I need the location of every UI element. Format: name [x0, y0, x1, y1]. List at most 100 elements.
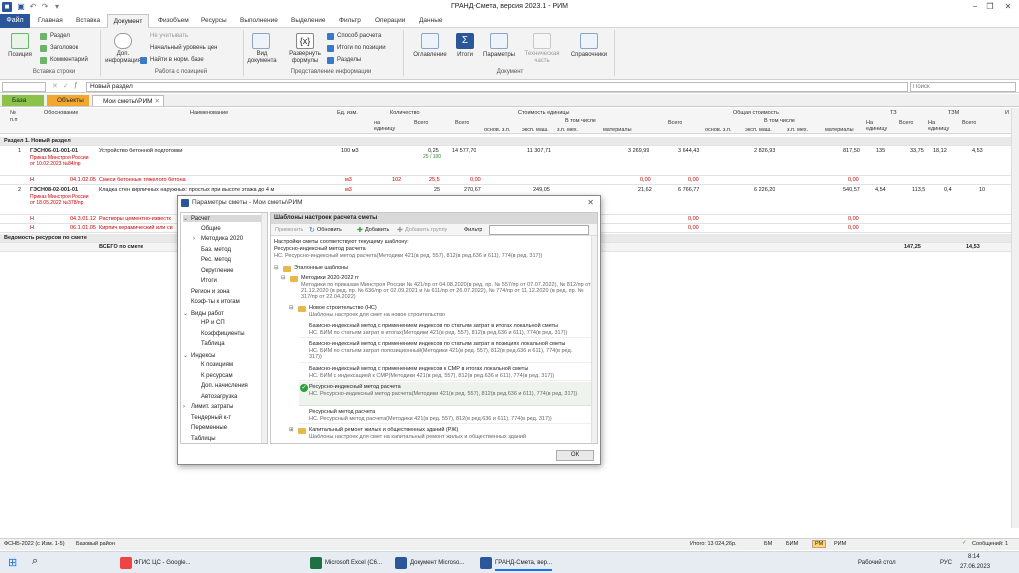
row-code[interactable]: ГЭСН08-02-001-01 — [30, 187, 78, 193]
find-in-base-button[interactable]: Найти в норм. базе — [150, 57, 204, 63]
template-item-active[interactable]: ✓ Ресурсно-индексный метод расчета НС. Р… — [299, 382, 595, 406]
folder-2022-collapse-icon[interactable]: ⊟ — [281, 275, 286, 281]
col-qty[interactable]: Количество — [390, 110, 420, 116]
folder-new[interactable]: Новое строительство (НС) — [309, 305, 377, 311]
close-tab-icon[interactable]: ✕ — [155, 96, 160, 107]
templates-scrollbar[interactable] — [591, 236, 597, 443]
menu-filter[interactable]: Фильтр — [339, 17, 361, 24]
col-uc-total[interactable]: Всего — [455, 120, 469, 126]
close-button[interactable]: ✕ — [1001, 1, 1015, 13]
collapse-icon[interactable]: ⌄ — [183, 215, 191, 222]
col-tzm-total[interactable]: Всего — [962, 120, 976, 126]
menu-data[interactable]: Данные — [419, 17, 442, 24]
tree-item[interactable]: Рес. метод — [193, 257, 265, 263]
tree-item[interactable]: Общие — [193, 226, 265, 232]
additional-info-button[interactable]: Доп. информация — [104, 51, 142, 65]
tree-item[interactable]: Переменные — [183, 425, 265, 431]
col-tc-mat[interactable]: материалы — [825, 127, 854, 133]
tree-item[interactable]: Коэффициенты — [193, 331, 265, 337]
clock-time[interactable]: 8:14 — [968, 553, 980, 561]
totals-by-position-button[interactable]: Итоги по позиции — [337, 45, 386, 51]
col-basis[interactable]: Обоснование — [44, 110, 78, 116]
tree-item[interactable]: Доп. начисления — [193, 383, 265, 389]
table-row[interactable]: Н 04.1.02.05 Смеси бетонные тяжелого бет… — [0, 176, 1019, 185]
tree-item[interactable]: ⌄ Виды работ — [183, 310, 265, 317]
col-qty-per-unit[interactable]: на единицу — [374, 120, 400, 132]
menu-document[interactable]: Документ — [107, 14, 149, 29]
tree-item[interactable]: Баз. метод — [193, 247, 265, 253]
add-button[interactable]: Добавить — [365, 227, 389, 233]
cancel-edit-icon[interactable]: ✕ — [52, 82, 58, 90]
tab-base[interactable]: База — [2, 95, 44, 106]
expand-icon[interactable]: › — [183, 404, 191, 410]
col-tz-total[interactable]: Всего — [899, 120, 913, 126]
col-tc-exp[interactable]: эксп. маш. — [745, 127, 772, 133]
status-messages[interactable]: Сообщений: 1 — [972, 541, 1008, 547]
col-tc-zp[interactable]: з.п. мех. — [787, 127, 808, 133]
tab-my-estimates[interactable]: Мои сметы\РИМ ✕ — [92, 95, 164, 106]
folder-new-collapse-icon[interactable]: ⊟ — [289, 305, 294, 311]
tree-item[interactable]: Автозагрузка — [193, 394, 265, 400]
dialog-title-bar[interactable]: Параметры сметы - Мои сметы\РИМ ✕ — [178, 196, 600, 210]
col-tc-total[interactable]: Всего — [668, 120, 682, 126]
menu-resources[interactable]: Ресурсы — [201, 17, 227, 24]
menu-home[interactable]: Главная — [38, 17, 63, 24]
name-box[interactable] — [2, 82, 46, 92]
col-tz[interactable]: ТЗ — [890, 110, 897, 116]
table-row[interactable]: 1 ГЭСН06-01-001-01 Приказ Минстроя Росси… — [0, 146, 1019, 176]
insert-position-button[interactable]: Позиция — [2, 52, 38, 58]
menu-operations[interactable]: Операции — [375, 17, 405, 24]
col-qty-total[interactable]: Всего — [414, 120, 428, 126]
col-uc-osn[interactable]: основ. з.п. — [484, 127, 510, 133]
folder-root[interactable]: Эталонные шаблоны — [294, 265, 348, 271]
mode-rim[interactable]: РИМ — [834, 541, 846, 547]
col-unit-cost[interactable]: Стоимость единицы — [518, 110, 570, 116]
toc-button[interactable]: Оглавление — [408, 52, 452, 58]
cell-value-field[interactable]: Новый раздел — [86, 82, 908, 92]
tree-scrollbar[interactable] — [261, 213, 267, 443]
params-button[interactable]: Параметры — [480, 52, 518, 58]
mode-rm[interactable]: РМ — [812, 540, 827, 548]
row-code[interactable]: ГЭСН06-01-001-01 — [30, 148, 78, 154]
col-num[interactable]: № п.п — [10, 110, 24, 124]
language-indicator[interactable]: РУС — [940, 555, 952, 571]
tab-objects[interactable]: Объекты — [47, 95, 89, 106]
totals-button[interactable]: Итоги — [452, 52, 478, 58]
tree-item[interactable]: Таблица — [193, 341, 265, 347]
tree-item[interactable]: Тендерный к-т — [183, 415, 265, 421]
menu-selection[interactable]: Выделение — [291, 17, 325, 24]
restore-button[interactable]: ❐ — [983, 1, 997, 13]
add-group-button[interactable]: Добавить группу — [405, 227, 447, 233]
tree-item[interactable]: › Методика 2020 — [193, 236, 265, 242]
col-name[interactable]: Наименование — [190, 110, 228, 116]
tree-item[interactable]: Коэф-ты к итогам — [183, 299, 265, 305]
clock-date[interactable]: 27.06.2023 — [960, 563, 990, 571]
col-uc-mat[interactable]: материалы — [603, 127, 632, 133]
taskbar-app-grand[interactable]: ГРАНД-Смета, вер... — [495, 555, 552, 571]
section-row[interactable]: Раздел 1. Новый раздел — [0, 137, 1019, 146]
taskbar-app-word[interactable]: Документ Microso... — [410, 555, 464, 571]
template-item[interactable]: Ресурсный метод расчета НС. Ресурсный ме… — [299, 407, 595, 424]
search-input[interactable] — [910, 82, 1016, 92]
menu-insert[interactable]: Вставка — [76, 17, 100, 24]
root-collapse-icon[interactable]: ⊟ — [274, 265, 279, 271]
row-code[interactable]: 04.3.01.12 — [70, 216, 96, 222]
insert-header-button[interactable]: Заголовок — [50, 45, 78, 51]
tree-item[interactable]: Округление — [193, 268, 265, 274]
mode-bim[interactable]: БИМ — [786, 541, 798, 547]
mode-bm[interactable]: БМ — [764, 541, 772, 547]
refresh-button[interactable]: Обновить — [317, 227, 342, 233]
tech-part-button[interactable]: Техническая часть — [521, 51, 563, 65]
grid-scrollbar[interactable] — [1011, 108, 1019, 528]
confirm-edit-icon[interactable]: ✓ — [63, 82, 69, 90]
function-icon[interactable]: ƒ — [74, 82, 78, 89]
expand-icon[interactable]: › — [193, 236, 201, 242]
col-uc-zp[interactable]: з.п. мех. — [557, 127, 578, 133]
row-order[interactable]: Приказ Минстроя России от 18.05.2022 №37… — [30, 194, 92, 206]
row-code[interactable]: 06.1.01.05 — [70, 225, 96, 231]
col-total-cost[interactable]: Общая стоимость — [733, 110, 779, 116]
tree-item[interactable]: ⌄ Индексы — [183, 352, 265, 359]
tree-item[interactable]: ⌄ Расчет — [183, 215, 265, 222]
menu-file[interactable]: Файл — [0, 14, 30, 28]
col-uc-exp[interactable]: эксп. маш. — [522, 127, 549, 133]
